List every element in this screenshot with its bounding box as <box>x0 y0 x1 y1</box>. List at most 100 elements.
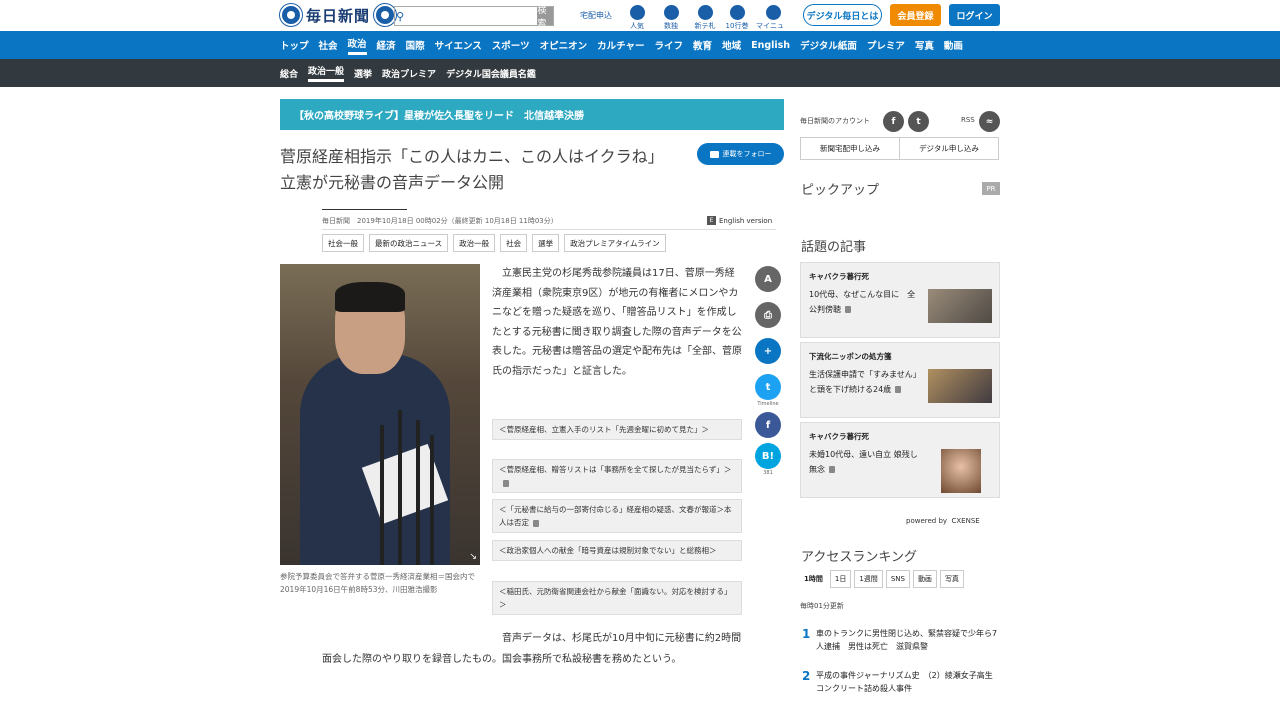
nav-item[interactable]: サイエンス <box>435 38 482 52</box>
register-button[interactable]: 会員登録 <box>890 4 941 26</box>
ranking-tool[interactable]: 人気 <box>624 5 650 31</box>
follow-icon[interactable]: + <box>755 338 781 364</box>
sub-nav: 総合 政治一般 選挙 政治プレミア デジタル国会議員名鑑 <box>0 59 1280 87</box>
ranking-tab[interactable]: 1日 <box>829 570 852 588</box>
site-logo[interactable]: 毎日新聞 <box>280 4 397 26</box>
photo-figure <box>335 282 405 312</box>
rss-label: RSS <box>961 116 975 124</box>
tool-label: 新テ札 <box>694 22 716 30</box>
photo-mic <box>430 435 434 565</box>
article-photo[interactable]: ↘ <box>280 264 480 565</box>
tag[interactable]: 社会 <box>500 234 528 252</box>
article-title: 菅原経産相指示「この人はカニ、この人はイクラね」 立憲が元秘書の音声データ公開 <box>280 147 672 192</box>
nav-item[interactable]: 動画 <box>944 38 963 52</box>
twitter-label: Timeline <box>757 401 779 407</box>
print-icon[interactable]: ⎙ <box>755 302 781 328</box>
ranking-tab[interactable]: SNS <box>885 570 910 588</box>
font-size-icon[interactable]: A <box>755 266 781 292</box>
nav-item[interactable]: オピニオン <box>540 38 588 52</box>
tool-label: 10行巻 <box>725 22 749 30</box>
nav-item[interactable]: プレミア <box>867 38 905 52</box>
subscribe-paper-button[interactable]: 新聞宅配申し込み <box>800 137 900 160</box>
ranking-tab[interactable]: 写真 <box>939 570 964 588</box>
twitter-icon[interactable]: t <box>908 111 929 132</box>
ranking-tabs: 1時間 1日 1週間 SNS 動画 写真 <box>800 570 964 588</box>
nav-item[interactable]: デジタル紙面 <box>800 38 857 52</box>
sudoku-tool[interactable]: 数独 <box>658 5 684 31</box>
hatena-icon[interactable]: B! <box>755 443 781 469</box>
topic-image <box>928 289 992 323</box>
topic-text-label: 10代母、なぜこんな目に 全公判傍聴 <box>809 290 916 314</box>
search-box: ⚲ 検索 <box>394 6 554 29</box>
subnav-item[interactable]: 政治プレミア <box>382 67 436 80</box>
english-icon: E <box>707 216 716 225</box>
nav-item[interactable]: English <box>751 40 790 51</box>
topic-card[interactable]: キャバクラ暮行死 未婚10代母、遠い自立 娘残し無念 <box>800 422 1000 498</box>
tag[interactable]: 社会一般 <box>322 234 364 252</box>
tool-label: 人気 <box>630 22 644 30</box>
twitter-icon[interactable]: t <box>755 374 781 400</box>
topic-card[interactable]: 下流化ニッポンの処方箋 生活保護申請で「すみません」と頭を下げ続ける24歳 <box>800 342 1000 418</box>
nav-item[interactable]: カルチャー <box>597 38 644 52</box>
nav-item[interactable]: 国際 <box>406 38 425 52</box>
rank-number: 2 <box>802 669 811 683</box>
ranking-tab[interactable]: 1週間 <box>854 570 883 588</box>
article-body: 音声データは、杉尾氏が10月中旬に元秘書に約2時間面会した際のやり取りを録音した… <box>322 633 742 665</box>
digest-icon <box>729 5 745 20</box>
rank-text: 車のトランクに男性閉じ込め、緊禁容疑で少年ら7人逮捕 男性は死亡 滋賀県警 <box>816 629 998 651</box>
subnav-item[interactable]: 政治一般 <box>308 64 345 82</box>
photo-caption: 参院予算委員会で答弁する菅原一秀経済産業相＝国会内で2019年10月16日午前8… <box>280 572 475 594</box>
nav-item[interactable]: スポーツ <box>492 38 530 52</box>
nav-item[interactable]: トップ <box>280 38 309 52</box>
news-icon <box>697 5 713 20</box>
search-input[interactable] <box>405 7 538 25</box>
follow-label: 連載をフォロー <box>722 150 772 158</box>
live-banner[interactable]: 【秋の高校野球ライブ】星稜が佐久長聖をリード 北信越準決勝 <box>280 99 784 130</box>
nav-item[interactable]: 政治 <box>347 36 367 55</box>
news-tool[interactable]: 新テ札 <box>692 5 718 31</box>
lock-icon <box>895 386 902 393</box>
tag[interactable]: 選挙 <box>532 234 560 252</box>
related-link[interactable]: ＜菅原経産相、贈答リストは「事務所を全て探したが見当たらず」＞ <box>492 459 742 493</box>
related-link[interactable]: ＜政治家個人への献金「暗号資産は規制対象でない」と総務相＞ <box>492 540 742 561</box>
topic-card[interactable]: キャバクラ暮行死 10代母、なぜこんな目に 全公判傍聴 <box>800 262 1000 338</box>
related-link[interactable]: ＜菅原経産相、立憲入手のリスト「先週金曜に初めて見た」＞ <box>492 419 742 440</box>
rss-icon[interactable]: ≈ <box>979 111 1000 132</box>
tag[interactable]: 政治一般 <box>453 234 496 252</box>
facebook-icon[interactable]: f <box>883 111 904 132</box>
english-label: English version <box>719 216 773 225</box>
nav-item[interactable]: 地域 <box>722 38 741 52</box>
subscribe-digital-button[interactable]: デジタル申し込み <box>899 137 999 160</box>
related-link[interactable]: ＜「元秘書に給与の一部寄付命じる」経産相の疑惑、文春が報道＞本人は否定 <box>492 499 742 533</box>
ranking-tab[interactable]: 1時間 <box>800 570 827 588</box>
facebook-icon[interactable]: f <box>755 412 781 438</box>
topic-heading: 話題の記事 <box>801 240 867 255</box>
nav-item[interactable]: 教育 <box>693 38 712 52</box>
ranking-updated: 毎時01分更新 <box>800 602 844 610</box>
delivery-link[interactable]: 宅配申込 <box>580 10 612 21</box>
search-button[interactable]: 検索 <box>537 6 553 29</box>
nav-item[interactable]: 経済 <box>377 38 396 52</box>
expand-icon[interactable]: ↘ <box>469 552 477 562</box>
about-digital-button[interactable]: デジタル毎日とは <box>803 4 882 26</box>
account-label: 毎日新聞のアカウント <box>800 117 870 125</box>
subnav-item[interactable]: 選挙 <box>354 67 372 80</box>
related-link-label: ＜政治家個人への献金「暗号資産は規制対象でない」と総務相＞ <box>499 546 717 555</box>
related-link[interactable]: ＜稲田氏、元防衛省関連会社から献金「面識ない。対応を検討する」＞ <box>492 581 742 615</box>
nav-item[interactable]: 社会 <box>319 38 338 52</box>
related-link-label: ＜菅原経産相、贈答リストは「事務所を全て探したが見当たらず」＞ <box>499 465 732 474</box>
tag[interactable]: 最新の政治ニュース <box>369 234 449 252</box>
follow-button[interactable]: 連載をフォロー <box>697 143 784 165</box>
topic-image <box>941 449 981 493</box>
nav-item[interactable]: ライフ <box>655 38 684 52</box>
topic-text: 10代母、なぜこんな目に 全公判傍聴 <box>809 287 921 317</box>
tag[interactable]: 政治プレミアタイムライン <box>564 234 666 252</box>
subnav-item[interactable]: デジタル国会議員名鑑 <box>446 67 536 80</box>
digest-tool[interactable]: 10行巻 <box>724 5 750 31</box>
english-version-link[interactable]: E English version <box>707 216 772 225</box>
nav-item[interactable]: 写真 <box>915 38 934 52</box>
ranking-tab[interactable]: 動画 <box>912 570 937 588</box>
topic-text: 未婚10代母、遠い自立 娘残し無念 <box>809 447 921 477</box>
login-button[interactable]: ログイン <box>949 4 1000 26</box>
subnav-item[interactable]: 総合 <box>280 67 298 80</box>
